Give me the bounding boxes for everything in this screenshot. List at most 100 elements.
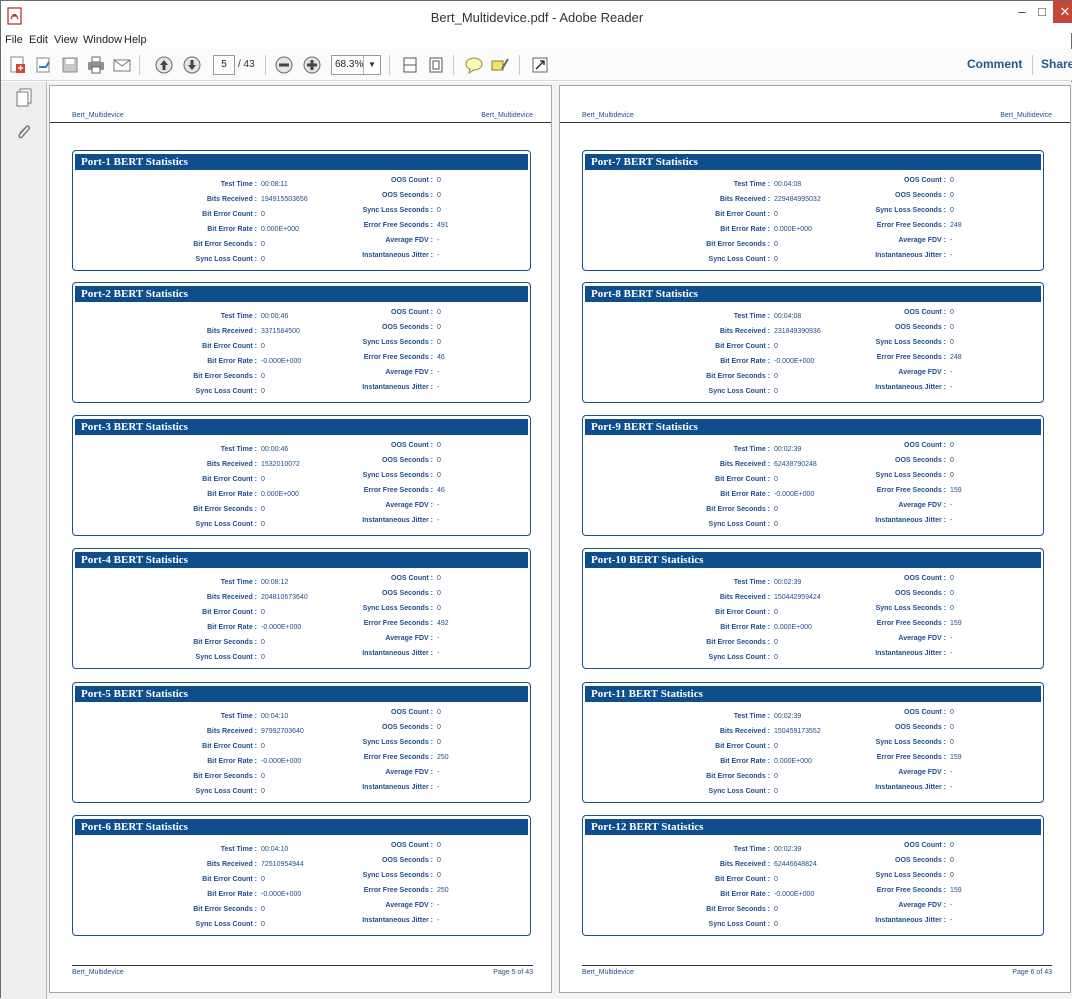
instantaneous-jitter-label: Instantaneous Jitter :	[875, 517, 946, 524]
port-statistics-title: Port-10 BERT Statistics	[585, 552, 1041, 568]
oos-seconds-value: 0	[437, 457, 441, 464]
average-fdv-row: Average FDV :-	[583, 902, 952, 909]
full-screen-button[interactable]	[529, 54, 551, 76]
attachments-icon[interactable]	[15, 122, 33, 142]
oos-count-row: OOS Count : 0	[583, 709, 954, 716]
close-button[interactable]: ✕	[1053, 1, 1072, 23]
oos-seconds-value: 0	[950, 857, 954, 864]
average-fdv-label: Average FDV :	[898, 237, 946, 244]
oos-seconds-row: OOS Seconds : 0	[583, 857, 954, 864]
menu-help[interactable]: Help	[124, 34, 147, 46]
menu-file[interactable]: File	[5, 34, 23, 46]
create-pdf-button[interactable]	[7, 54, 29, 76]
document-area[interactable]: Bert_Multidevice Bert_Multidevice Bert_M…	[47, 82, 1072, 999]
create-pdf-icon	[10, 56, 25, 73]
error-free-seconds-value: 159	[950, 754, 962, 761]
sync-loss-seconds-label: Sync Loss Seconds :	[362, 872, 433, 879]
footer-page-number: Page 5 of 43	[493, 969, 533, 976]
maximize-button[interactable]: □	[1033, 1, 1051, 23]
error-free-seconds-row: Error Free Seconds : 491	[73, 222, 449, 229]
error-free-seconds-row: Error Free Seconds : 159	[583, 887, 962, 894]
error-free-seconds-row: Error Free Seconds : 46	[73, 354, 445, 361]
fit-page-button[interactable]	[425, 54, 447, 76]
error-free-seconds-label: Error Free Seconds :	[363, 354, 433, 361]
instantaneous-jitter-row: Instantaneous Jitter :-	[73, 384, 439, 391]
average-fdv-label: Average FDV :	[385, 635, 433, 642]
zoom-in-button[interactable]	[301, 54, 323, 76]
error-free-seconds-label: Error Free Seconds :	[363, 620, 433, 627]
port-statistics-panel: Port-10 BERT Statistics Test Time :00:02:…	[582, 548, 1044, 669]
instantaneous-jitter-value: -	[437, 650, 440, 657]
highlight-button[interactable]	[489, 54, 511, 76]
instantaneous-jitter-row: Instantaneous Jitter :-	[73, 917, 439, 924]
instantaneous-jitter-value: -	[950, 384, 953, 391]
oos-seconds-row: OOS Seconds : 0	[583, 590, 954, 597]
sync-loss-seconds-label: Sync Loss Seconds :	[875, 872, 946, 879]
average-fdv-label: Average FDV :	[898, 902, 946, 909]
share-pane-button[interactable]: Share	[1041, 57, 1072, 71]
error-free-seconds-label: Error Free Seconds :	[876, 354, 946, 361]
minimize-button[interactable]: –	[1013, 1, 1031, 23]
oos-count-row: OOS Count : 0	[583, 842, 954, 849]
arrow-down-icon	[183, 56, 201, 74]
instantaneous-jitter-row: Instantaneous Jitter :-	[73, 650, 439, 657]
sticky-note-button[interactable]	[463, 54, 485, 76]
average-fdv-row: Average FDV :-	[583, 635, 952, 642]
sync-loss-seconds-row: Sync Loss Seconds : 0	[583, 472, 954, 479]
instantaneous-jitter-value: -	[437, 384, 440, 391]
port-statistics-title: Port-4 BERT Statistics	[75, 552, 528, 568]
sync-loss-seconds-value: 0	[437, 339, 441, 346]
comment-pane-button[interactable]: Comment	[967, 57, 1022, 71]
save-button[interactable]	[59, 54, 81, 76]
previous-page-button[interactable]	[153, 54, 175, 76]
port-statistics-panel: Port-6 BERT Statistics Test Time :00:04:1…	[72, 815, 531, 936]
average-fdv-value: -	[950, 237, 953, 244]
average-fdv-row: Average FDV :-	[73, 369, 439, 376]
oos-count-value: 0	[437, 575, 441, 582]
sync-loss-seconds-label: Sync Loss Seconds :	[362, 472, 433, 479]
header-right-text: Bert_Multidevice	[481, 112, 533, 119]
average-fdv-value: -	[437, 237, 440, 244]
open-button[interactable]	[33, 54, 55, 76]
oos-seconds-label: OOS Seconds :	[382, 590, 433, 597]
scrolling-mode-button[interactable]	[399, 54, 421, 76]
sync-loss-seconds-value: 0	[950, 339, 954, 346]
oos-seconds-label: OOS Seconds :	[895, 724, 946, 731]
menu-bar: File Edit View Window Help	[1, 33, 1072, 49]
toolbar-separator	[389, 55, 390, 75]
sync-loss-seconds-row: Sync Loss Seconds : 0	[73, 472, 441, 479]
oos-count-row: OOS Count : 0	[583, 442, 954, 449]
instantaneous-jitter-label: Instantaneous Jitter :	[875, 650, 946, 657]
page-number-input[interactable]: 5	[213, 55, 235, 75]
instantaneous-jitter-value: -	[950, 917, 953, 924]
port-statistics-panel: Port-9 BERT Statistics Test Time :00:02:3…	[582, 415, 1044, 536]
sync-loss-seconds-label: Sync Loss Seconds :	[875, 472, 946, 479]
oos-seconds-row: OOS Seconds : 0	[583, 324, 954, 331]
chevron-down-icon[interactable]: ▼	[363, 56, 380, 74]
zoom-out-button[interactable]	[273, 54, 295, 76]
page-thumbnails-icon[interactable]	[15, 88, 33, 108]
average-fdv-row: Average FDV :-	[583, 769, 952, 776]
error-free-seconds-row: Error Free Seconds : 248	[583, 222, 962, 229]
sync-loss-seconds-value: 0	[950, 605, 954, 612]
menu-window[interactable]: Window	[83, 34, 122, 46]
instantaneous-jitter-label: Instantaneous Jitter :	[362, 650, 433, 657]
error-free-seconds-value: 492	[437, 620, 449, 627]
scroll-pages-icon	[403, 57, 417, 73]
oos-count-label: OOS Count :	[391, 842, 433, 849]
port-statistics-title: Port-9 BERT Statistics	[585, 419, 1041, 435]
oos-seconds-value: 0	[950, 324, 954, 331]
oos-count-row: OOS Count : 0	[73, 709, 441, 716]
next-page-button[interactable]	[181, 54, 203, 76]
menu-view[interactable]: View	[54, 34, 78, 46]
print-button[interactable]	[85, 54, 107, 76]
email-button[interactable]	[111, 54, 133, 76]
port-statistics-panel: Port-8 BERT Statistics Test Time :00:04:0…	[582, 282, 1044, 403]
menu-edit[interactable]: Edit	[29, 34, 48, 46]
sync-loss-seconds-value: 0	[437, 472, 441, 479]
instantaneous-jitter-value: -	[437, 252, 440, 259]
plus-circle-icon	[303, 56, 321, 74]
comment-bubble-icon	[465, 57, 483, 75]
oos-seconds-value: 0	[950, 590, 954, 597]
oos-seconds-label: OOS Seconds :	[382, 857, 433, 864]
